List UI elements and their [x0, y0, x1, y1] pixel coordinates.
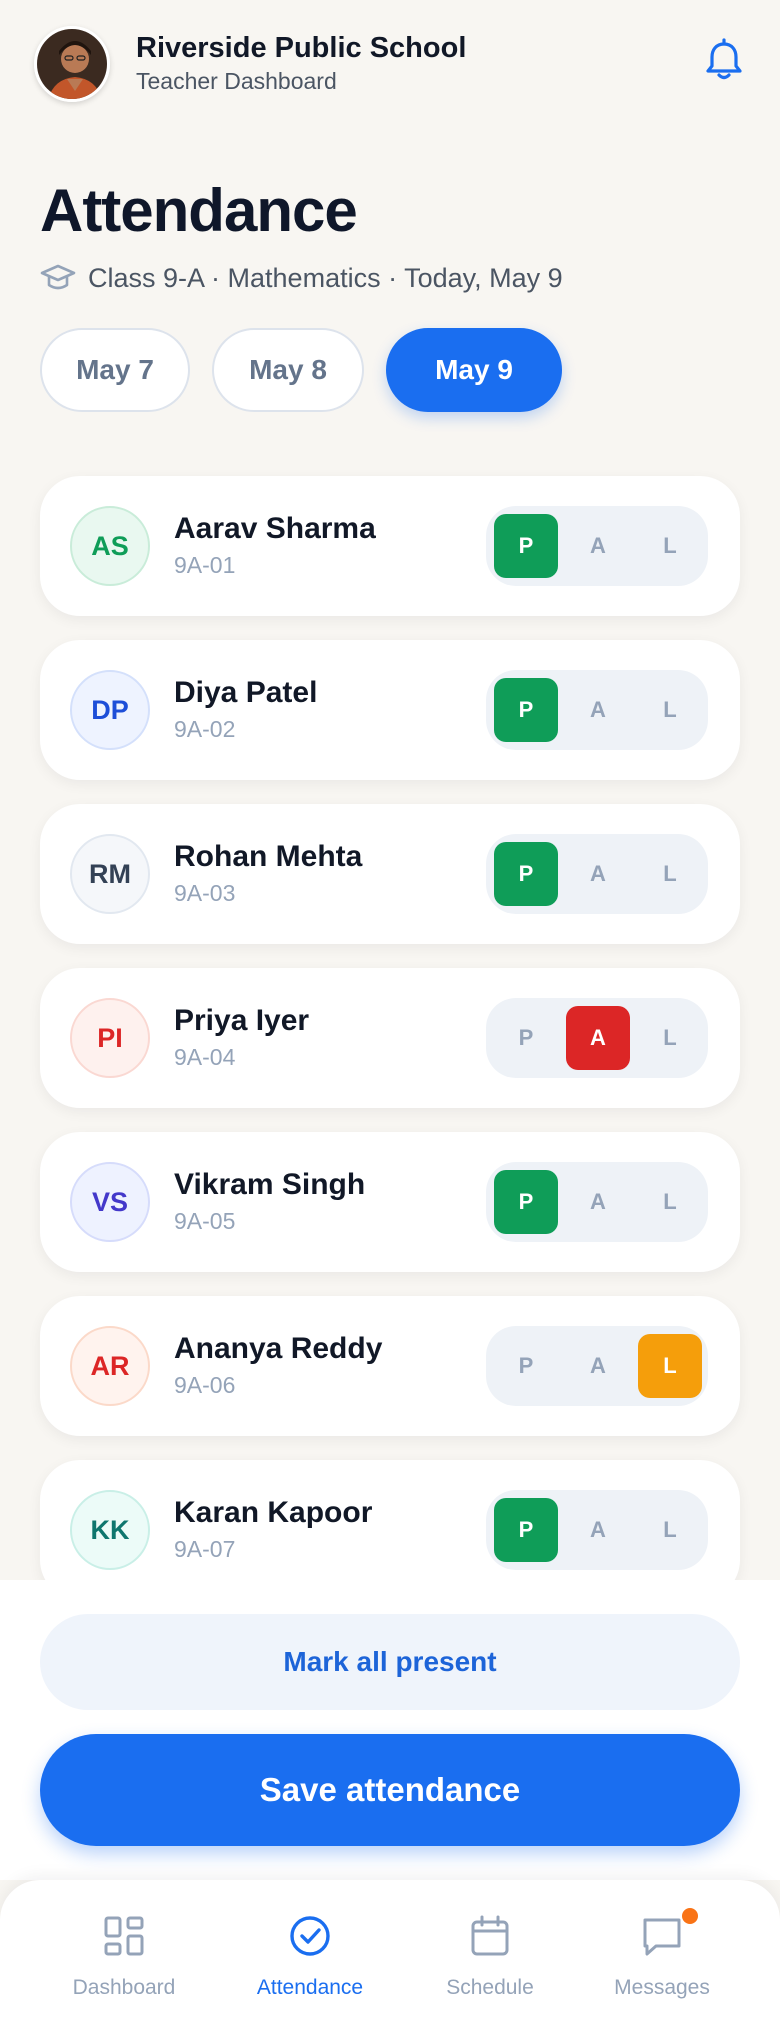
class-info-row: Class 9-A · Mathematics · Today, May 9 — [40, 262, 563, 294]
late-button[interactable]: L — [638, 1334, 702, 1398]
student-id: 9A-04 — [174, 1044, 236, 1070]
student-card: VS Vikram Singh 9A-05 P A L — [40, 1132, 740, 1272]
nav-label: Messages — [614, 1976, 710, 1999]
graduation-cap-icon — [40, 262, 76, 294]
teacher-avatar[interactable] — [34, 26, 110, 102]
student-initials: RM — [70, 834, 150, 914]
present-button[interactable]: P — [494, 1498, 558, 1562]
absent-button[interactable]: A — [566, 1006, 630, 1070]
check-circle-icon — [290, 1916, 330, 1956]
attendance-status-toggle: P A L — [486, 670, 708, 750]
late-button[interactable]: L — [638, 514, 702, 578]
student-id: 9A-03 — [174, 880, 236, 906]
present-button[interactable]: P — [494, 1170, 558, 1234]
nav-item-schedule[interactable]: Schedule — [400, 1880, 580, 2020]
student-initials: DP — [70, 670, 150, 750]
student-id: 9A-06 — [174, 1372, 236, 1398]
avatar-photo — [37, 29, 107, 99]
attendance-status-toggle: P A L — [486, 1162, 708, 1242]
student-id: 9A-05 — [174, 1208, 236, 1234]
notification-dot — [682, 1908, 698, 1924]
nav-item-attendance[interactable]: Attendance — [220, 1880, 400, 2020]
calendar-icon — [471, 1915, 509, 1956]
late-button[interactable]: L — [638, 1006, 702, 1070]
student-name: Diya Patel — [174, 676, 318, 709]
attendance-status-toggle: P A L — [486, 998, 708, 1078]
student-card: RM Rohan Mehta 9A-03 P A L — [40, 804, 740, 944]
student-card: DP Diya Patel 9A-02 P A L — [40, 640, 740, 780]
mark-all-present-button[interactable]: Mark all present — [40, 1614, 740, 1710]
late-button[interactable]: L — [638, 842, 702, 906]
student-name: Karan Kapoor — [174, 1496, 373, 1529]
late-button[interactable]: L — [638, 678, 702, 742]
nav-item-messages[interactable]: Messages — [572, 1880, 752, 2020]
student-id: 9A-02 — [174, 716, 236, 742]
student-initials: AR — [70, 1326, 150, 1406]
bottom-nav: Dashboard Attendance Schedule Messages — [0, 1880, 780, 2020]
app-header: Riverside Public School Teacher Dashboar… — [0, 0, 780, 130]
present-button[interactable]: P — [494, 678, 558, 742]
nav-item-dashboard[interactable]: Dashboard — [34, 1880, 214, 2020]
dashboard-subtitle: Teacher Dashboard — [136, 68, 337, 94]
nav-label: Attendance — [256, 1976, 364, 1999]
date-tab-may-8[interactable]: May 8 — [212, 328, 364, 412]
student-name: Ananya Reddy — [174, 1332, 383, 1365]
student-name: Priya Iyer — [174, 1004, 310, 1037]
nav-label: Schedule — [446, 1976, 534, 1999]
bell-icon[interactable] — [704, 38, 744, 82]
absent-button[interactable]: A — [566, 1334, 630, 1398]
student-initials: AS — [70, 506, 150, 586]
student-name: Rohan Mehta — [174, 840, 363, 873]
class-info: Class 9-A · Mathematics · Today, May 9 — [88, 262, 563, 293]
nav-label: Dashboard — [72, 1976, 176, 1999]
student-initials: PI — [70, 998, 150, 1078]
grid-icon — [104, 1916, 144, 1956]
absent-button[interactable]: A — [566, 1498, 630, 1562]
student-name: Vikram Singh — [174, 1168, 366, 1201]
student-card: PI Priya Iyer 9A-04 P A L — [40, 968, 740, 1108]
absent-button[interactable]: A — [566, 678, 630, 742]
present-button[interactable]: P — [494, 842, 558, 906]
page-title: Attendance — [40, 177, 358, 244]
student-card: KK Karan Kapoor 9A-07 P A L — [40, 1460, 740, 1600]
late-button[interactable]: L — [638, 1498, 702, 1562]
student-id: 9A-07 — [174, 1536, 236, 1562]
save-attendance-button[interactable]: Save attendance — [40, 1734, 740, 1846]
attendance-status-toggle: P A L — [486, 1490, 708, 1570]
absent-button[interactable]: A — [566, 514, 630, 578]
date-tab-may-7[interactable]: May 7 — [40, 328, 190, 412]
attendance-status-toggle: P A L — [486, 834, 708, 914]
student-name: Aarav Sharma — [174, 512, 376, 545]
date-tab-may-9[interactable]: May 9 — [386, 328, 562, 412]
student-initials: KK — [70, 1490, 150, 1570]
absent-button[interactable]: A — [566, 1170, 630, 1234]
present-button[interactable]: P — [494, 514, 558, 578]
student-list: AS Aarav Sharma 9A-01 P A L DP Diya Pate… — [40, 476, 740, 1624]
attendance-status-toggle: P A L — [486, 506, 708, 586]
late-button[interactable]: L — [638, 1170, 702, 1234]
student-card: AS Aarav Sharma 9A-01 P A L — [40, 476, 740, 616]
present-button[interactable]: P — [494, 1006, 558, 1070]
present-button[interactable]: P — [494, 1334, 558, 1398]
school-name: Riverside Public School — [136, 32, 467, 64]
chat-icon — [643, 1918, 681, 1956]
student-initials: VS — [70, 1162, 150, 1242]
student-card: AR Ananya Reddy 9A-06 P A L — [40, 1296, 740, 1436]
attendance-status-toggle: P A L — [486, 1326, 708, 1406]
date-tabs: May 7 May 8 May 9 — [40, 328, 584, 412]
action-panel: Mark all present Save attendance — [0, 1580, 780, 1880]
app: Riverside Public School Teacher Dashboar… — [0, 0, 780, 2020]
absent-button[interactable]: A — [566, 842, 630, 906]
student-id: 9A-01 — [174, 552, 236, 578]
